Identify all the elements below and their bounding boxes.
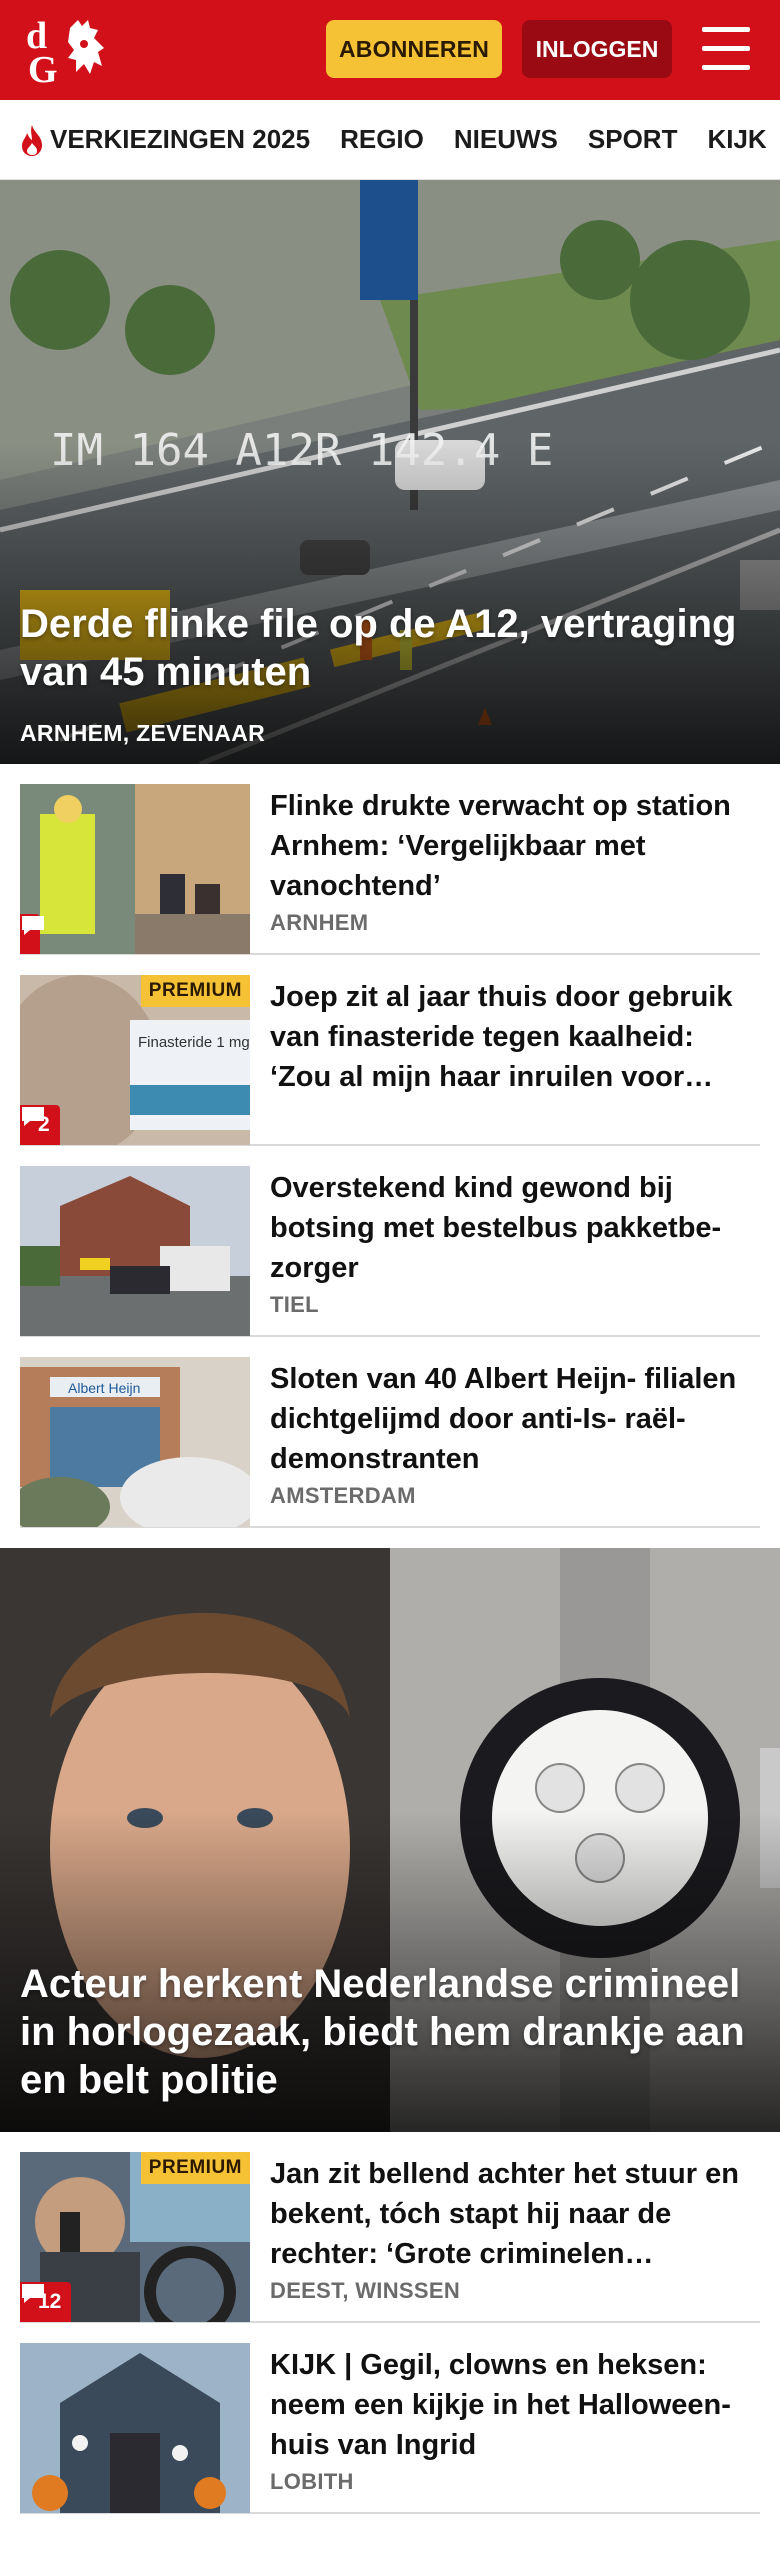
hero-article[interactable]: IM 164 A12R 142.4 E Derde flinke file op… (0, 180, 780, 764)
nav-item-nieuws[interactable]: NIEUWS (454, 124, 558, 155)
article-thumbnail: Albert Heijn (20, 1357, 250, 1527)
hero-title[interactable]: Derde flinke file op de A12, vertraging … (20, 600, 756, 696)
image-text: Finasteride 1 mg (138, 1034, 250, 1051)
comments-badge[interactable] (20, 914, 44, 954)
article-location: ARNHEM (270, 910, 369, 935)
nav-label: VERKIEZINGEN 2025 (50, 124, 311, 154)
article-title[interactable]: Flinke drukte verwacht op station Arnhem… (270, 786, 760, 906)
image-text: Albert Heijn (68, 1380, 140, 1396)
article-list: PREMIUM 12 Jan zit bellend achter het st… (0, 2132, 780, 2514)
flame-icon (22, 124, 42, 156)
hero-location: ARNHEM, ZEVENAAR (20, 720, 266, 746)
article-thumbnail (20, 784, 250, 954)
hero-title[interactable]: Acteur herkent Nederlandse crimineel in … (20, 1960, 756, 2104)
comment-icon (22, 916, 44, 935)
nav-item-verkiezingen[interactable]: VERKIEZINGEN 2025 (18, 123, 310, 157)
list-item[interactable]: PREMIUM 12 Jan zit bellend achter het st… (20, 2132, 760, 2323)
top-bar: d G ABONNEREN INLOGGEN (0, 0, 780, 100)
article-title[interactable]: Jan zit bellend achter het stuur en beke… (270, 2154, 760, 2274)
list-item[interactable]: Albert Heijn Sloten van 40 Albert Heijn-… (20, 1337, 760, 1528)
nav-item-regio[interactable]: REGIO (340, 124, 424, 155)
article-thumbnail (20, 2343, 250, 2513)
comment-icon (22, 1107, 44, 1126)
nav-item-sport[interactable]: SPORT (588, 124, 678, 155)
comments-badge[interactable]: 2 (20, 1105, 60, 1145)
list-item[interactable]: Flinke drukte verwacht op station Arnhem… (20, 764, 760, 955)
section-nav: VERKIEZINGEN 2025 REGIO NIEUWS SPORT KIJ… (0, 100, 780, 180)
premium-badge: PREMIUM (140, 2152, 250, 2184)
subscribe-button[interactable]: ABONNEREN (326, 20, 502, 78)
comment-icon (22, 2284, 44, 2303)
hero-article[interactable]: Acteur herkent Nederlandse crimineel in … (0, 1548, 780, 2132)
article-list: Flinke drukte verwacht op station Arnhem… (0, 764, 780, 1528)
article-location: DEEST, WINSSEN (270, 2278, 461, 2303)
list-item[interactable]: KIJK | Gegil, clowns en heksen: neem een… (20, 2323, 760, 2514)
nav-item-kijk[interactable]: KIJK (707, 124, 766, 155)
login-button[interactable]: INLOGGEN (522, 20, 672, 78)
article-title[interactable]: Overstekend kind gewond bij botsing met … (270, 1168, 760, 1288)
logo-icon[interactable]: d G (22, 14, 118, 86)
article-thumbnail: Finasteride 1 mg PREMIUM 2 (20, 975, 250, 1145)
article-thumbnail (20, 1166, 250, 1336)
article-title[interactable]: KIJK | Gegil, clowns en heksen: neem een… (270, 2345, 760, 2465)
list-item[interactable]: Finasteride 1 mg PREMIUM 2 Joep zit al j… (20, 955, 760, 1146)
article-location: TIEL (270, 1292, 319, 1317)
hamburger-menu-icon[interactable] (702, 27, 750, 71)
article-title[interactable]: Joep zit al jaar thuis door gebruik van … (270, 977, 760, 1097)
article-location: AMSTERDAM (270, 1483, 416, 1508)
svg-text:G: G (28, 49, 58, 86)
comments-badge[interactable]: 12 (20, 2282, 72, 2322)
list-item[interactable]: Overstekend kind gewond bij botsing met … (20, 1146, 760, 1337)
premium-badge: PREMIUM (140, 975, 250, 1007)
article-title[interactable]: Sloten van 40 Albert Heijn- filialen dic… (270, 1359, 760, 1479)
article-location: LOBITH (270, 2469, 354, 2494)
article-thumbnail: PREMIUM 12 (20, 2152, 250, 2322)
